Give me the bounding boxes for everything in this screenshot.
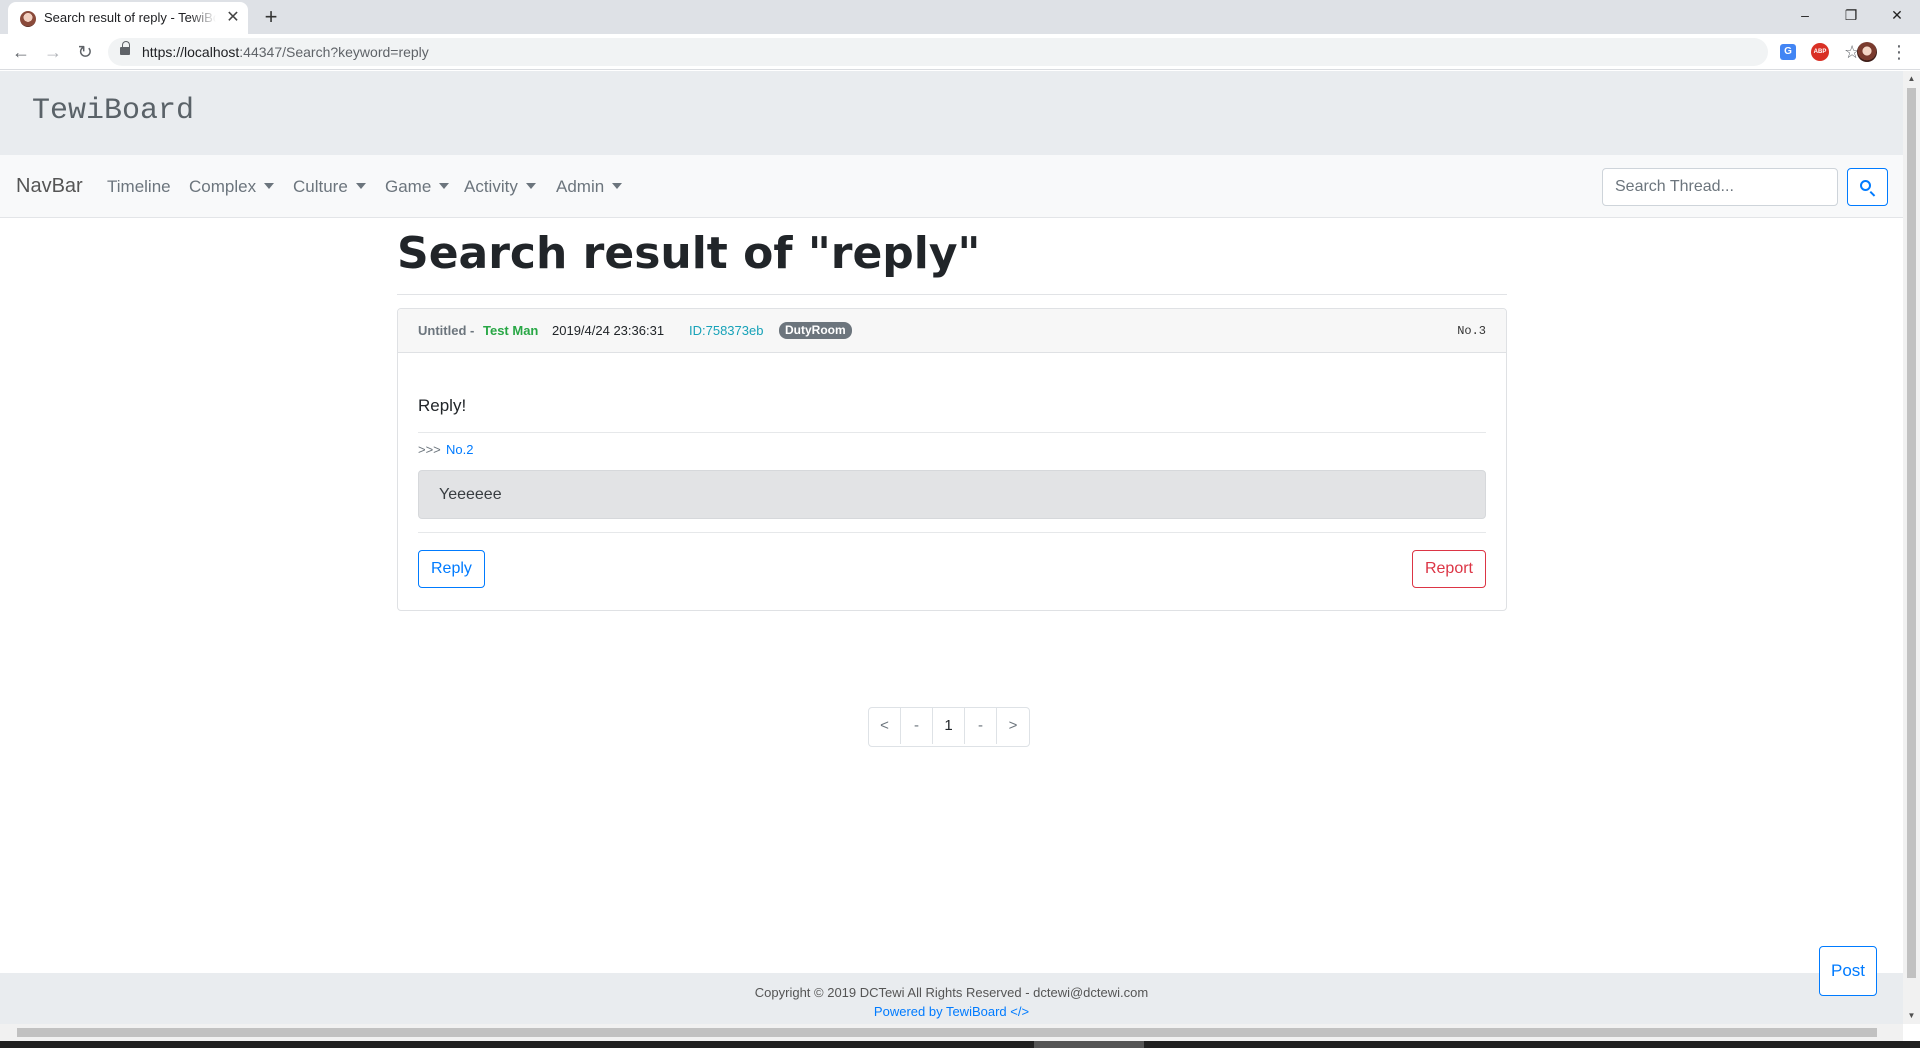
page-title: Search result of "reply" (397, 228, 981, 279)
nav-link-label: Complex (189, 177, 257, 196)
quoted-post-link[interactable]: No.2 (446, 442, 473, 458)
caret-down-icon (355, 183, 366, 189)
browser-menu-icon[interactable]: ⋮ (1890, 39, 1908, 65)
post-author[interactable]: Test Man (483, 323, 538, 339)
pagination-ellipsis: - (901, 708, 933, 744)
adblock-extension-icon[interactable]: ABP (1811, 43, 1829, 61)
post-user-id[interactable]: ID:758373eb (689, 323, 763, 339)
navbar-brand[interactable]: NavBar (16, 172, 83, 200)
report-button[interactable]: Report (1411, 550, 1486, 588)
caret-down-icon (264, 183, 275, 189)
nav-link-label: Activity (464, 177, 518, 196)
quote-prefix: >>> (418, 442, 441, 457)
pagination-current[interactable]: 1 (933, 708, 965, 744)
profile-avatar[interactable] (1857, 42, 1877, 62)
search-icon-handle (1869, 191, 1876, 197)
horizontal-scroll-thumb[interactable] (17, 1028, 1877, 1037)
site-header: TewiBoard (0, 71, 1903, 155)
translate-extension-icon[interactable]: G (1780, 44, 1796, 60)
nav-dropdown-admin[interactable]: Admin (556, 175, 623, 199)
nav-dropdown-culture[interactable]: Culture (293, 175, 366, 199)
reply-button[interactable]: Reply (418, 550, 485, 588)
post-card: Untitled - Test Man 2019/4/24 23:36:31 I… (397, 308, 1507, 611)
window-minimize-button[interactable]: – (1782, 0, 1828, 30)
post-number[interactable]: No.3 (1457, 324, 1486, 338)
pagination-next[interactable]: > (997, 708, 1029, 744)
caret-down-icon (525, 183, 536, 189)
site-footer: Copyright © 2019 DCTewi All Rights Reser… (0, 973, 1903, 1024)
post-body: Reply! (418, 396, 467, 415)
vertical-scroll-thumb[interactable] (1907, 88, 1916, 978)
search-thread-input[interactable] (1602, 168, 1838, 206)
nav-link-timeline[interactable]: Timeline (107, 175, 171, 199)
site-favicon-icon (20, 11, 36, 27)
nav-link-label: Game (385, 177, 432, 196)
caret-down-icon (439, 183, 450, 189)
window-maximize-button[interactable]: ❐ (1828, 0, 1874, 30)
forward-arrow-icon[interactable]: → (40, 39, 66, 65)
search-icon (1860, 180, 1871, 191)
nav-dropdown-game[interactable]: Game (385, 175, 450, 199)
page-viewport: TewiBoard NavBar Timeline Complex Cultur… (0, 71, 1903, 1024)
footer-copyright: Copyright © 2019 DCTewi All Rights Reser… (754, 985, 1149, 1000)
taskbar-active-app[interactable] (1034, 1041, 1144, 1048)
browser-tabstrip: Search result of reply - TewiBoard ✕ + –… (0, 0, 1920, 34)
pagination-prev[interactable]: < (869, 708, 901, 744)
nav-dropdown-activity[interactable]: Activity (464, 175, 536, 199)
title-divider (397, 294, 1507, 295)
nav-link-label: Timeline (107, 177, 171, 196)
lock-icon[interactable] (120, 41, 130, 55)
nav-link-label: Admin (556, 177, 605, 196)
pagination-ellipsis: - (965, 708, 997, 744)
window-close-button[interactable]: ✕ (1874, 0, 1920, 30)
post-timestamp: 2019/4/24 23:36:31 (552, 323, 665, 338)
reload-icon[interactable]: ↻ (72, 39, 98, 65)
tab-close-icon[interactable]: ✕ (224, 9, 242, 27)
vertical-scrollbar[interactable]: ▲ ▼ (1903, 71, 1920, 1024)
url-host: https://localhost (142, 44, 240, 60)
nav-link-label: Culture (293, 177, 348, 196)
tab-title: Search result of reply - TewiBoard (44, 10, 216, 25)
search-button[interactable] (1847, 168, 1888, 206)
nav-dropdown-complex[interactable]: Complex (189, 175, 275, 199)
actions-divider (418, 532, 1486, 533)
browser-tab-active[interactable]: Search result of reply - TewiBoard ✕ (8, 2, 248, 34)
body-divider (418, 432, 1486, 433)
site-brand[interactable]: TewiBoard (32, 91, 194, 131)
navbar: NavBar Timeline Complex Culture Game Act… (0, 155, 1903, 218)
back-arrow-icon[interactable]: ← (8, 39, 34, 65)
url-path: :44347/Search?keyword=reply (239, 44, 429, 60)
new-tab-button[interactable]: + (258, 4, 284, 30)
pagination: < - 1 - > (868, 707, 1030, 747)
scroll-down-icon[interactable]: ▼ (1903, 1011, 1920, 1021)
quoted-post-box: Yeeeeee (418, 470, 1486, 519)
horizontal-scrollbar[interactable] (0, 1024, 1903, 1041)
address-url[interactable]: https://localhost:44347/Search?keyword=r… (142, 38, 429, 66)
footer-powered-link[interactable]: Powered by TewiBoard </> (0, 1004, 1903, 1020)
quoted-post-text: Yeeeeee (439, 486, 502, 503)
post-title: Untitled - (418, 323, 475, 338)
caret-down-icon (612, 183, 623, 189)
os-taskbar (0, 1041, 1920, 1048)
address-bar[interactable]: https://localhost:44347/Search?keyword=r… (108, 38, 1860, 66)
scroll-up-icon[interactable]: ▲ (1903, 74, 1920, 84)
new-post-button[interactable]: Post (1819, 946, 1877, 996)
board-badge[interactable]: DutyRoom (779, 322, 852, 339)
post-header: Untitled - Test Man 2019/4/24 23:36:31 I… (398, 309, 1506, 353)
